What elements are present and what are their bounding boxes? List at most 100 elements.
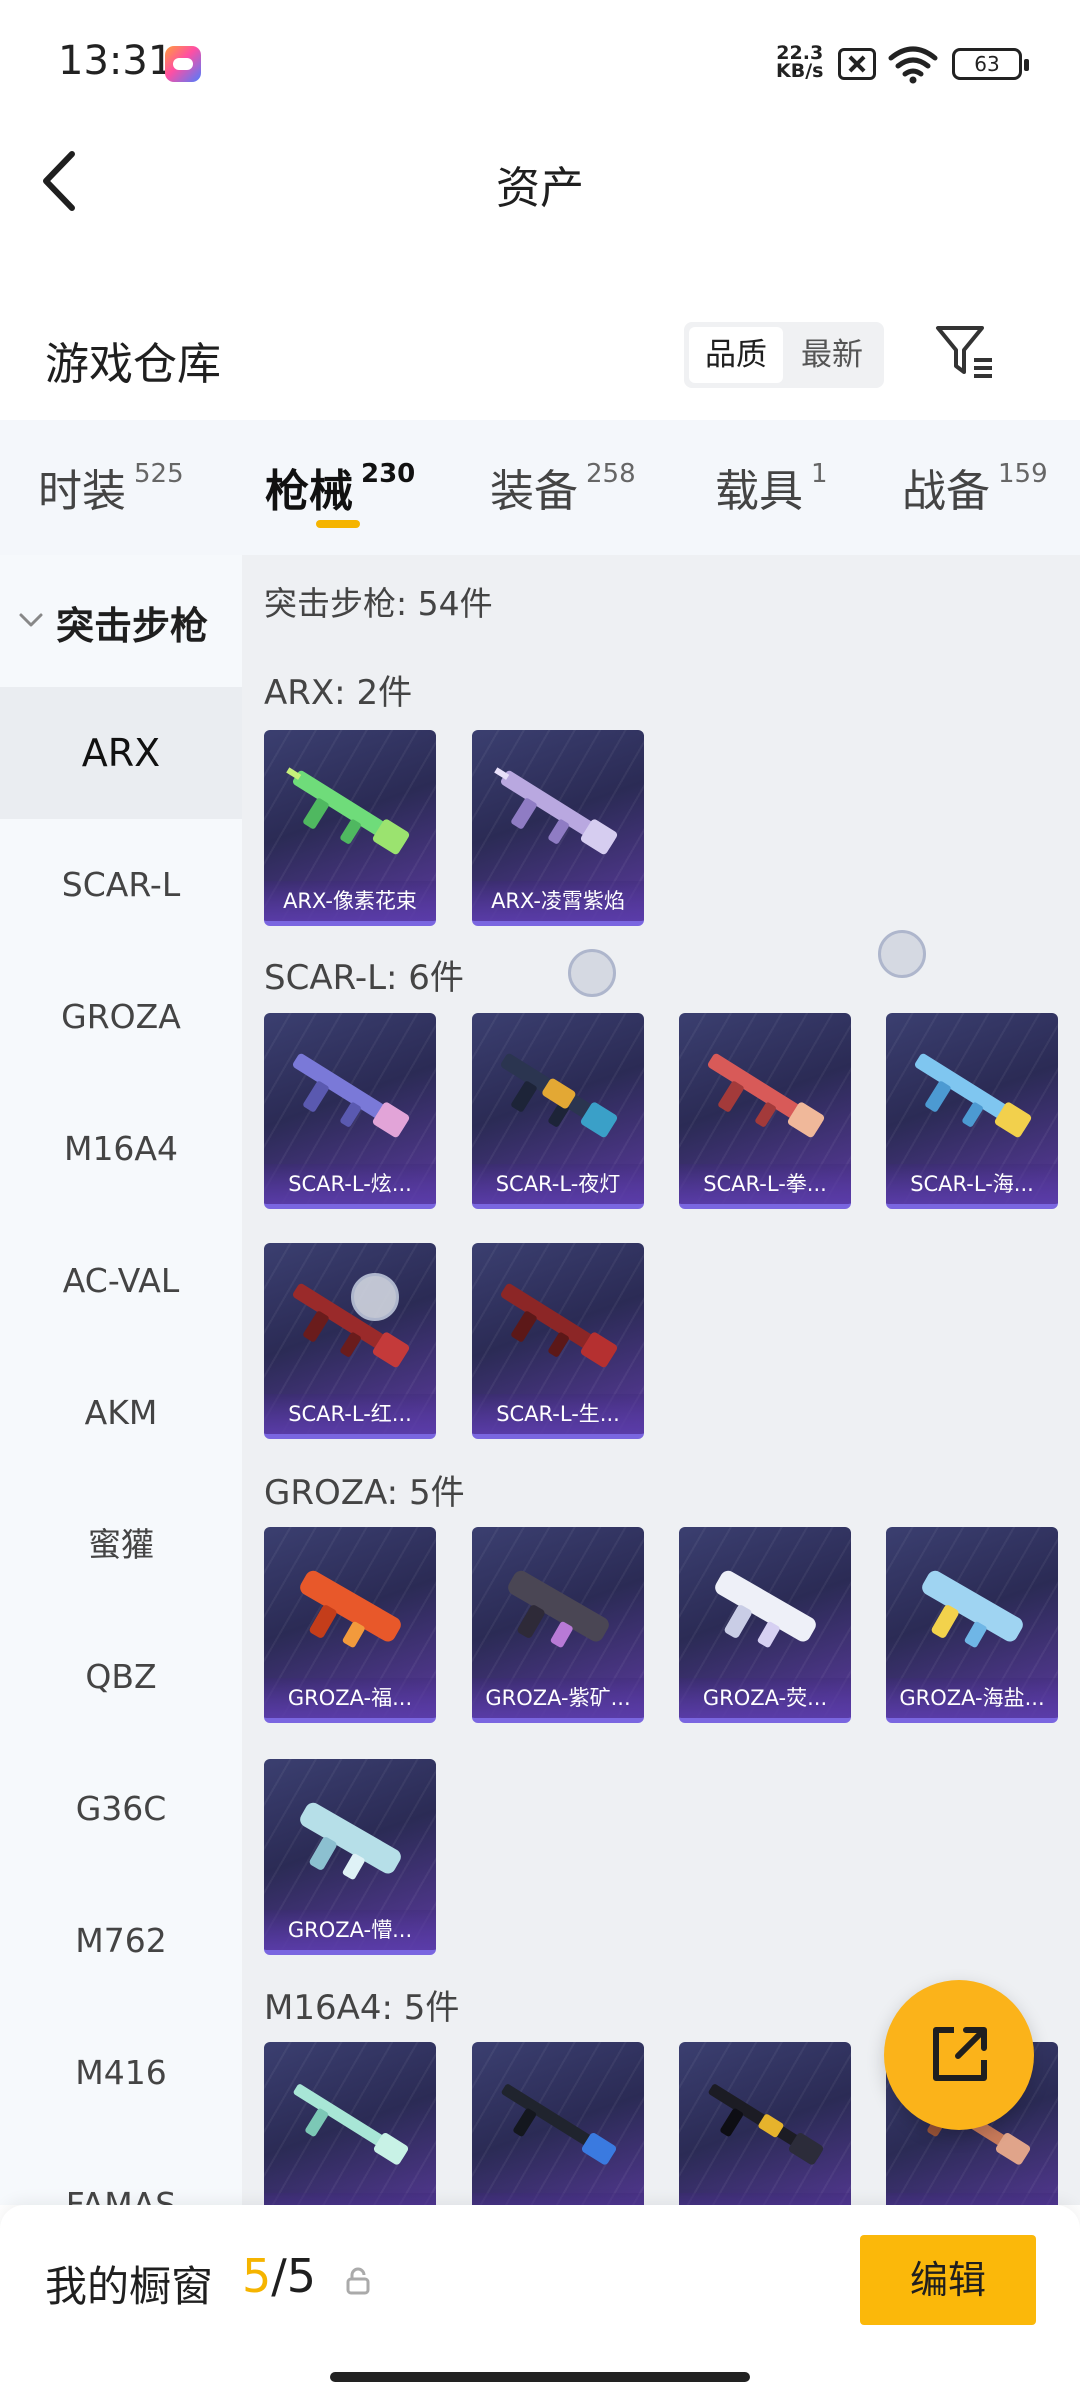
rifle-icon — [508, 1570, 609, 1648]
tab-label: 战备 — [902, 466, 990, 517]
rifle-icon — [293, 2084, 409, 2165]
rifle-icon — [300, 1802, 401, 1880]
weapon-card[interactable]: GROZA-福... — [264, 1527, 436, 1723]
filter-icon[interactable] — [932, 320, 996, 384]
weapon-card[interactable]: SCAR-L-生... — [472, 1243, 644, 1439]
weapon-card-label — [679, 2193, 851, 2205]
tab-firearms[interactable]: 枪械 230 — [265, 455, 415, 519]
status-time: 13:31 — [58, 38, 174, 84]
sim-off-icon — [838, 48, 876, 80]
rifle-icon — [501, 2084, 617, 2165]
sidebar-item-famas[interactable]: FAMAS — [0, 2139, 242, 2205]
group-heading: ARX: 2件 — [264, 673, 413, 713]
weapon-card-label — [886, 2193, 1058, 2205]
sidebar-item-honey-badger[interactable]: 蜜獾 — [0, 1479, 242, 1611]
sidebar-item-groza[interactable]: GROZA — [0, 951, 242, 1083]
tab-count: 1 — [811, 459, 828, 489]
weapon-card-label: GROZA-福... — [264, 1678, 436, 1718]
weapon-card[interactable] — [264, 2042, 436, 2205]
weapon-card-label: ARX-凌霄紫焰 — [472, 881, 644, 921]
weapon-card[interactable]: SCAR-L-夜灯 — [472, 1013, 644, 1209]
tab-supplies[interactable]: 战备 159 — [902, 455, 1048, 519]
weapon-card[interactable]: SCAR-L-红... — [264, 1243, 436, 1439]
weapon-card-label: SCAR-L-拳... — [679, 1164, 851, 1204]
sidebar-item-ac-val[interactable]: AC-VAL — [0, 1215, 242, 1347]
weapon-card[interactable]: SCAR-L-海... — [886, 1013, 1058, 1209]
sidebar-group-label: 突击步枪 — [56, 604, 209, 648]
network-speed-unit: KB/s — [776, 60, 824, 82]
showcase-bar: 我的橱窗 5/5 编辑 — [0, 2205, 1080, 2400]
group-heading: GROZA: 5件 — [264, 1473, 465, 1513]
category-tabs: 时装 525 枪械 230 装备 258 载具 1 战备 159 — [0, 420, 1080, 555]
rifle-icon — [500, 1283, 618, 1368]
sidebar-item-m762[interactable]: M762 — [0, 1875, 242, 2007]
chevron-down-icon — [19, 613, 43, 627]
rifle-icon — [292, 1283, 410, 1368]
rifle-icon — [286, 767, 410, 855]
sidebar-item-scar-l[interactable]: SCAR-L — [0, 819, 242, 951]
weapon-card[interactable]: GROZA-懵... — [264, 1759, 436, 1955]
group-heading: M16A4: 5件 — [264, 1988, 460, 2028]
showcase-label: 我的橱窗 — [45, 2262, 214, 2311]
game-app-icon — [165, 46, 201, 82]
weapon-card-label — [472, 2193, 644, 2205]
rifle-icon — [300, 1570, 401, 1648]
showcase-count-separator: / — [271, 2249, 287, 2303]
sidebar-item-qbz[interactable]: QBZ — [0, 1611, 242, 1743]
tab-count: 525 — [134, 459, 184, 489]
weapon-card-label: SCAR-L-海... — [886, 1164, 1058, 1204]
showcase-count-total: 5 — [286, 2249, 317, 2303]
rifle-icon — [715, 1570, 816, 1648]
rifle-icon — [922, 1570, 1023, 1648]
tab-fashion[interactable]: 时装 525 — [38, 455, 184, 519]
lock-icon — [346, 2267, 370, 2295]
sort-quality-button[interactable]: 品质 — [689, 327, 783, 383]
weapon-card[interactable] — [472, 2042, 644, 2205]
sidebar-item-akm[interactable]: AKM — [0, 1347, 242, 1479]
battery-icon: 63 — [952, 48, 1029, 80]
weapon-card[interactable] — [679, 2042, 851, 2205]
weapon-card[interactable]: SCAR-L-拳... — [679, 1013, 851, 1209]
weapon-card[interactable]: ARX-像素花束 — [264, 730, 436, 926]
weapon-card-label: SCAR-L-炫... — [264, 1164, 436, 1204]
tab-count: 159 — [998, 459, 1048, 489]
wifi-icon — [888, 46, 938, 84]
sidebar-item-m16a4[interactable]: M16A4 — [0, 1083, 242, 1215]
sidebar-group-assault-rifles[interactable]: 突击步枪 — [0, 555, 242, 687]
weapon-type-sidebar: 突击步枪 ARX SCAR-L GROZA M16A4 AC-VAL AKM 蜜… — [0, 555, 242, 2205]
weapon-card[interactable]: GROZA-紫矿... — [472, 1527, 644, 1723]
weapon-card-label: GROZA-懵... — [264, 1910, 436, 1950]
weapon-card[interactable]: GROZA-荧... — [679, 1527, 851, 1723]
weapon-card-label: SCAR-L-生... — [472, 1394, 644, 1434]
warehouse-title: 游戏仓库 — [45, 339, 221, 390]
touch-indicator — [568, 949, 616, 997]
active-tab-indicator — [316, 520, 360, 528]
showcase-count-current: 5 — [242, 2249, 272, 2303]
edit-button[interactable]: 编辑 — [860, 2235, 1036, 2325]
network-speed: 22.3 KB/s — [776, 44, 824, 82]
weapon-card-label: GROZA-紫矿... — [472, 1678, 644, 1718]
share-icon — [933, 2027, 987, 2081]
share-button[interactable] — [884, 1980, 1034, 2130]
sidebar-item-arx[interactable]: ARX — [0, 687, 242, 819]
sidebar-item-g36c[interactable]: G36C — [0, 1743, 242, 1875]
weapon-card-label: SCAR-L-红... — [264, 1394, 436, 1434]
tab-label: 枪械 — [265, 466, 353, 517]
weapon-card[interactable]: ARX-凌霄紫焰 — [472, 730, 644, 926]
rifle-icon — [292, 1053, 410, 1138]
showcase-count: 5/5 — [242, 2249, 316, 2303]
rifle-icon — [707, 1053, 825, 1138]
weapon-card[interactable]: SCAR-L-炫... — [264, 1013, 436, 1209]
sidebar-item-m416[interactable]: M416 — [0, 2007, 242, 2139]
tab-label: 装备 — [490, 466, 578, 517]
tab-count: 230 — [361, 459, 416, 489]
home-indicator[interactable] — [330, 2372, 750, 2382]
tab-equipment[interactable]: 装备 258 — [490, 455, 636, 519]
rifle-icon — [708, 2084, 824, 2165]
weapon-card-label: ARX-像素花束 — [264, 881, 436, 921]
weapon-card[interactable]: GROZA-海盐... — [886, 1527, 1058, 1723]
sort-newest-button[interactable]: 最新 — [785, 327, 879, 383]
tab-vehicles[interactable]: 载具 1 — [715, 455, 828, 519]
weapon-card-label: GROZA-海盐... — [886, 1678, 1058, 1718]
weapon-card-label: SCAR-L-夜灯 — [472, 1164, 644, 1204]
